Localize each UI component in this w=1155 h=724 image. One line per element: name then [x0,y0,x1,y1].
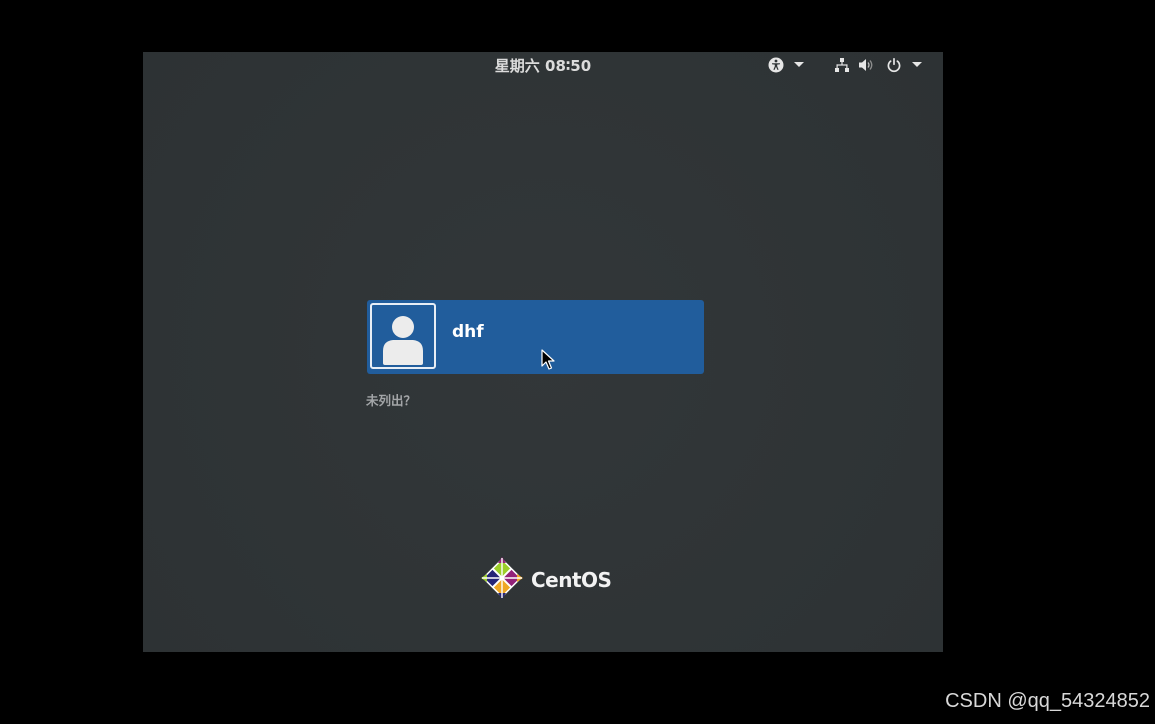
chevron-down-icon [911,56,923,74]
centos-logo-icon [479,555,525,605]
centos-logo: CentOS [479,555,612,605]
user-list-item[interactable]: dhf [367,300,704,374]
user-avatar-icon [370,303,436,369]
top-bar: 星期六 08∶50 [143,52,943,78]
system-menu[interactable] [833,56,923,74]
accessibility-menu[interactable] [767,56,805,74]
user-list: dhf [367,300,704,374]
clock[interactable]: 星期六 08∶50 [143,55,943,76]
watermark: CSDN @qq_54324852 [945,690,1150,712]
accessibility-icon [767,56,785,74]
mouse-pointer-icon [541,349,555,371]
login-screen: 星期六 08∶50 dhf 未列出？ CentOS [143,52,943,652]
network-wired-icon [833,56,851,74]
not-listed-link[interactable]: 未列出？ [366,390,416,409]
chevron-down-icon [793,56,805,74]
volume-icon [857,56,875,74]
centos-logo-text: CentOS [531,568,612,592]
power-icon [885,56,903,74]
user-name: dhf [452,322,484,342]
